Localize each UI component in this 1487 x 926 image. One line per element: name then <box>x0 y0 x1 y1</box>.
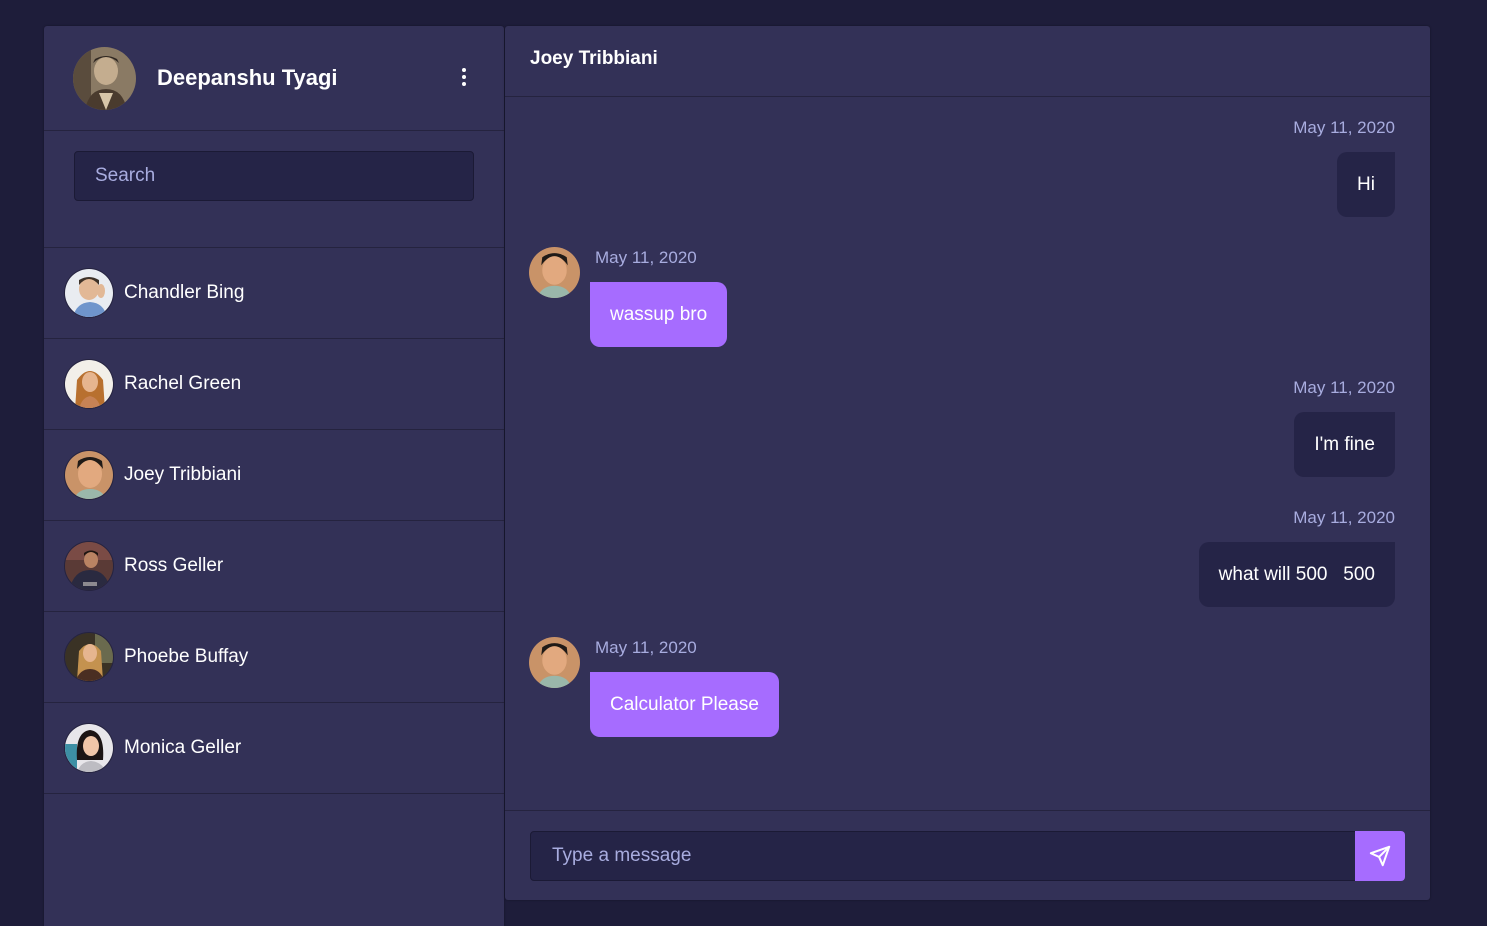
sidebar: Deepanshu Tyagi Chandler Bing <box>44 26 504 926</box>
message-date: May 11, 2020 <box>1293 118 1395 137</box>
sender-avatar <box>529 247 580 298</box>
contact-name: Joey Tribbiani <box>124 464 242 485</box>
chat-panel: Joey Tribbiani May 11, 2020 Hi May 11, 2… <box>505 26 1430 900</box>
profile-name: Deepanshu Tyagi <box>157 65 338 90</box>
contact-item-chandler-bing[interactable]: Chandler Bing <box>44 248 504 339</box>
contact-item-phoebe-buffay[interactable]: Phoebe Buffay <box>44 612 504 703</box>
contact-avatar <box>64 359 114 409</box>
profile-avatar[interactable] <box>73 46 136 110</box>
contact-item-ross-geller[interactable]: Ross Geller <box>44 521 504 612</box>
contact-name: Phoebe Buffay <box>124 646 249 667</box>
send-icon <box>1369 845 1391 867</box>
outgoing-message: what will 500 500 <box>1198 542 1395 607</box>
contact-item-monica-geller[interactable]: Monica Geller <box>44 703 504 794</box>
message-input[interactable] <box>530 831 1356 881</box>
message-composer <box>505 810 1430 900</box>
contact-name: Rachel Green <box>124 373 242 394</box>
incoming-message: wassup bro <box>590 282 728 347</box>
contact-avatar <box>64 450 114 500</box>
search-input[interactable] <box>74 151 474 201</box>
outgoing-message: Hi <box>1337 152 1395 217</box>
incoming-message: Calculator Please <box>590 672 779 737</box>
message-date: May 11, 2020 <box>595 248 697 267</box>
contact-name: Monica Geller <box>124 737 242 758</box>
search-section <box>44 131 504 248</box>
message-date: May 11, 2020 <box>1293 378 1395 397</box>
chat-header: Joey Tribbiani <box>505 26 1430 97</box>
outgoing-message: I'm fine <box>1294 412 1395 477</box>
contact-avatar <box>64 723 114 773</box>
chat-title: Joey Tribbiani <box>530 48 658 69</box>
message-list: May 11, 2020 Hi May 11, 2020 wassup bro … <box>505 97 1430 810</box>
contact-avatar <box>64 541 114 591</box>
more-vertical-icon[interactable] <box>454 64 474 90</box>
contact-avatar <box>64 268 114 318</box>
contact-item-rachel-green[interactable]: Rachel Green <box>44 339 504 430</box>
contact-list: Chandler Bing Rachel Green Joey Tribbian… <box>44 248 504 794</box>
sender-avatar <box>529 637 580 688</box>
message-date: May 11, 2020 <box>1293 508 1395 527</box>
contact-item-joey-tribbiani[interactable]: Joey Tribbiani <box>44 430 504 521</box>
profile-header: Deepanshu Tyagi <box>44 26 504 131</box>
contact-name: Chandler Bing <box>124 282 245 303</box>
send-button[interactable] <box>1355 831 1405 881</box>
contact-avatar <box>64 632 114 682</box>
contact-name: Ross Geller <box>124 555 224 576</box>
message-date: May 11, 2020 <box>595 638 697 657</box>
